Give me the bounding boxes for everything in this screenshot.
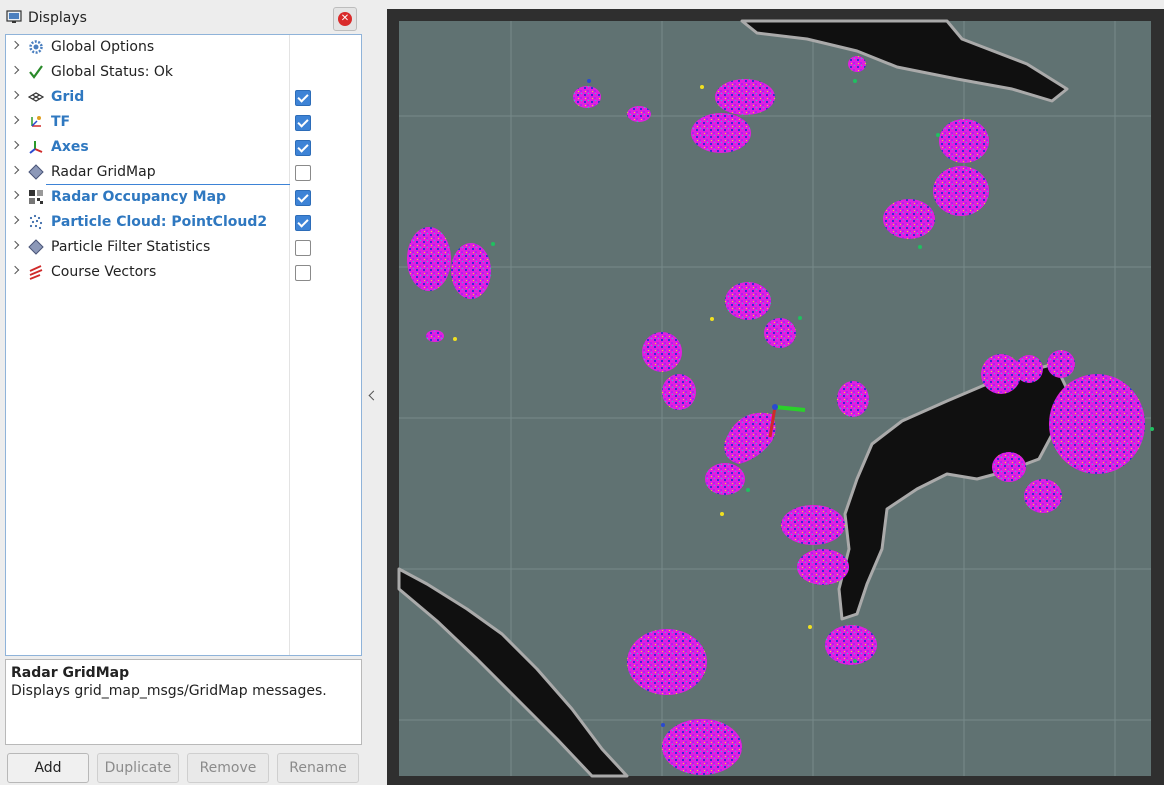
particle-cluster xyxy=(781,505,845,545)
expand-arrow-icon[interactable] xyxy=(10,240,20,250)
particle-cluster xyxy=(691,113,751,153)
map-canvas xyxy=(397,19,1154,778)
monitor-icon xyxy=(6,10,22,23)
close-panel-button[interactable]: ✕ xyxy=(333,7,357,31)
particle-cluster xyxy=(797,549,849,585)
axes-icon xyxy=(29,141,43,154)
expand-arrow-icon[interactable] xyxy=(10,190,20,200)
particle-cluster xyxy=(642,332,682,372)
course-vectors-icon xyxy=(29,265,43,280)
occupancy-map-icon xyxy=(29,190,43,204)
particle-cluster xyxy=(573,86,601,108)
tree-item-label: TF xyxy=(51,114,71,130)
particle-cloud-enable-checkbox[interactable] xyxy=(295,215,311,231)
particle-cluster xyxy=(1047,350,1075,378)
particle-cluster xyxy=(883,199,935,239)
tree-item-global-options[interactable]: Global Options xyxy=(6,35,361,60)
checkmark-icon xyxy=(29,65,43,79)
tree-item-global-status[interactable]: Global Status: Ok xyxy=(6,60,361,85)
particle-cluster xyxy=(1049,374,1145,474)
tree-item-label: Global Status: Ok xyxy=(51,64,174,80)
expand-arrow-icon[interactable] xyxy=(10,40,20,50)
particle-cluster xyxy=(451,243,491,299)
diamond-icon xyxy=(28,239,44,255)
expand-arrow-icon[interactable] xyxy=(10,90,20,100)
axes-enable-checkbox[interactable] xyxy=(295,140,311,156)
close-icon: ✕ xyxy=(338,12,352,26)
description-title: Radar GridMap xyxy=(11,665,130,681)
tree-item-label: Radar GridMap xyxy=(51,164,156,180)
duplicate-button[interactable]: Duplicate xyxy=(97,753,179,783)
particle-cluster xyxy=(825,625,877,665)
expand-arrow-icon[interactable] xyxy=(10,65,20,75)
particle-cluster xyxy=(705,463,745,495)
particle-cluster xyxy=(715,79,775,115)
expand-arrow-icon[interactable] xyxy=(10,215,20,225)
displays-panel-header: Displays ✕ xyxy=(0,4,362,32)
particle-cluster xyxy=(981,354,1021,394)
tree-item-axes[interactable]: Axes xyxy=(6,135,361,160)
particle-cluster xyxy=(764,318,796,348)
expand-arrow-icon[interactable] xyxy=(10,165,20,175)
expand-arrow-icon[interactable] xyxy=(10,115,20,125)
displays-tree[interactable]: Global Options Global Status: Ok Grid TF xyxy=(5,34,362,656)
rename-button[interactable]: Rename xyxy=(277,753,359,783)
particle-cluster xyxy=(725,282,771,320)
add-button[interactable]: Add xyxy=(7,753,89,783)
panel-splitter[interactable] xyxy=(362,0,384,785)
tree-item-radar-occupancy-map[interactable]: Radar Occupancy Map xyxy=(6,185,361,210)
tree-item-particle-cloud[interactable]: Particle Cloud: PointCloud2 xyxy=(6,210,361,235)
radar-occupancy-map-enable-checkbox[interactable] xyxy=(295,190,311,206)
particle-cluster xyxy=(1015,355,1043,383)
description-text: Displays grid_map_msgs/GridMap messages. xyxy=(11,683,327,699)
tree-item-course-vectors[interactable]: Course Vectors xyxy=(6,260,361,285)
tree-item-particle-filter-statistics[interactable]: Particle Filter Statistics xyxy=(6,235,361,260)
particle-cluster xyxy=(837,381,869,417)
tf-enable-checkbox[interactable] xyxy=(295,115,311,131)
panel-title: Displays xyxy=(28,10,87,26)
tree-item-radar-gridmap[interactable]: Radar GridMap xyxy=(6,160,361,185)
tree-item-label: Course Vectors xyxy=(51,264,157,280)
particle-cluster xyxy=(407,227,451,291)
particle-cluster xyxy=(1024,479,1062,513)
particle-cluster xyxy=(426,330,444,342)
description-box: Radar GridMap Displays grid_map_msgs/Gri… xyxy=(5,659,362,745)
tree-item-label: Grid xyxy=(51,89,85,105)
tree-item-label: Particle Filter Statistics xyxy=(51,239,211,255)
expand-arrow-icon[interactable] xyxy=(10,140,20,150)
particle-cluster xyxy=(662,719,742,775)
tree-item-label: Particle Cloud: PointCloud2 xyxy=(51,214,268,230)
tree-item-tf[interactable]: TF xyxy=(6,110,361,135)
collapse-arrow-icon[interactable] xyxy=(368,390,379,401)
particle-cluster xyxy=(933,166,989,216)
tree-item-grid[interactable]: Grid xyxy=(6,85,361,110)
render-viewport[interactable] xyxy=(387,9,1164,785)
radar-gridmap-enable-checkbox[interactable] xyxy=(295,165,311,181)
particle-filter-statistics-enable-checkbox[interactable] xyxy=(295,240,311,256)
diamond-icon xyxy=(28,164,44,180)
expand-arrow-icon[interactable] xyxy=(10,265,20,275)
tree-item-label: Radar Occupancy Map xyxy=(51,189,227,205)
particle-cluster xyxy=(627,106,651,122)
particle-cluster xyxy=(848,56,866,72)
tree-item-label: Global Options xyxy=(51,39,155,55)
tf-icon xyxy=(31,116,41,127)
remove-button[interactable]: Remove xyxy=(187,753,269,783)
point-cloud-icon xyxy=(29,214,43,230)
particle-cluster xyxy=(662,374,696,410)
particle-cluster xyxy=(627,629,707,695)
course-vectors-enable-checkbox[interactable] xyxy=(295,265,311,281)
gear-icon xyxy=(29,40,43,54)
tree-item-label: Axes xyxy=(51,139,89,155)
particle-cluster xyxy=(992,452,1026,482)
grid-enable-checkbox[interactable] xyxy=(295,90,311,106)
particle-cluster xyxy=(939,119,989,163)
grid-icon xyxy=(28,92,44,102)
